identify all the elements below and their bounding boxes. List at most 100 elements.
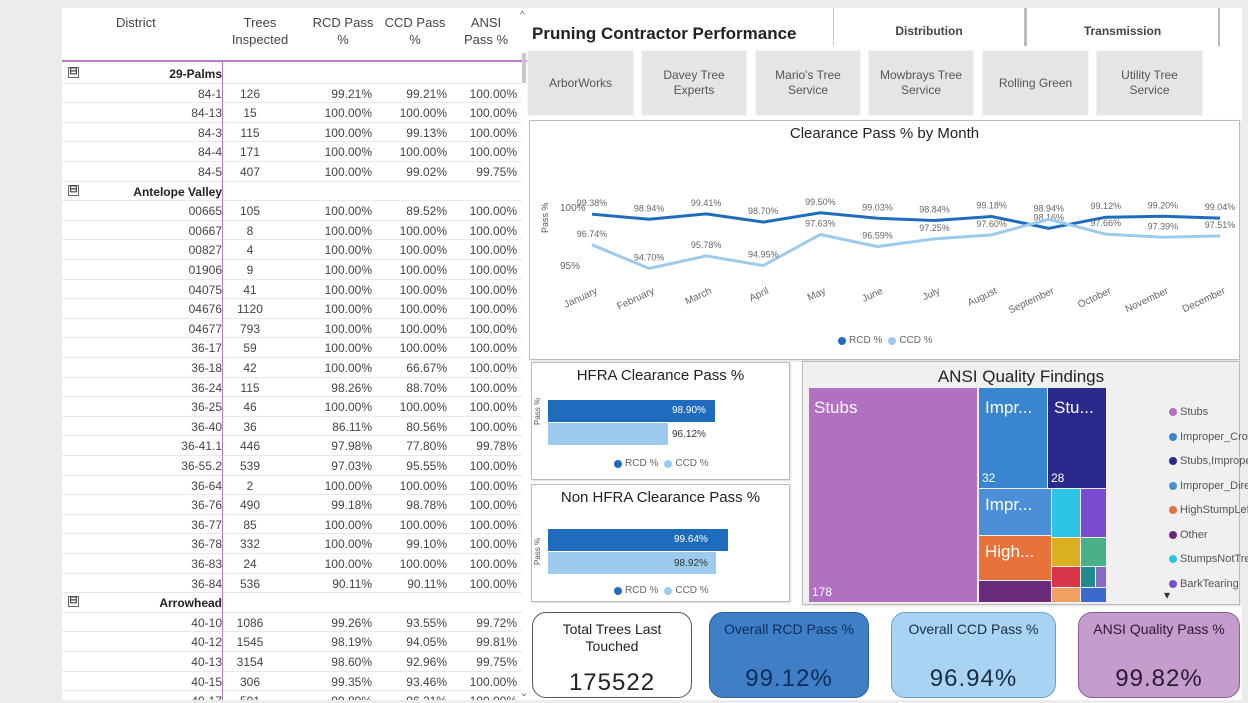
table-row[interactable]: 40-13 3154 98.60% 92.96% 99.75% (62, 652, 522, 672)
table-row[interactable]: 84-3 115 100.00% 99.13% 100.00% (62, 123, 522, 143)
table-row[interactable]: 00665 105 100.00% 89.52% 100.00% (62, 201, 522, 221)
table-row[interactable]: 04676 1120 100.00% 100.00% 100.00% (62, 299, 522, 319)
treemap-tile-small-3[interactable] (1052, 567, 1080, 587)
data-label: 97.25% (919, 223, 950, 233)
ccd-cell: 100.00% (399, 282, 447, 297)
ccd-cell: 99.02% (406, 165, 447, 179)
table-row[interactable]: 36-55.2 539 97.03% 95.55% 100.00% (62, 456, 522, 476)
district-cell: 40-10 (191, 615, 222, 630)
table-row[interactable]: 84-13 15 100.00% 100.00% 100.00% (62, 103, 522, 123)
district-cell: 36-18 (191, 361, 222, 375)
table-row[interactable]: 36-24 115 98.26% 88.70% 100.00% (62, 378, 522, 398)
col-ansi-pass[interactable]: ANSI Pass % (460, 14, 512, 48)
nonhfra-legend: RCD % CCD % (614, 585, 709, 596)
treemap-legend-item[interactable]: Stubs (1169, 400, 1248, 425)
trees-cell: 46 (243, 400, 257, 415)
table-row[interactable]: 04677 793 100.00% 100.00% 100.00% (62, 319, 522, 339)
table-row[interactable]: 04075 41 100.00% 100.00% 100.00% (62, 280, 522, 300)
treemap-legend-item[interactable]: BarkTearing (1169, 572, 1248, 597)
tab-transmission[interactable]: Transmission (1026, 8, 1220, 46)
scroll-up-button[interactable]: ^ (520, 10, 525, 21)
trees-cell: 171 (239, 145, 261, 160)
data-label: 97.51% (1205, 220, 1236, 230)
table-row[interactable]: 84-1 126 99.21% 99.21% 100.00% (62, 84, 522, 104)
table-row[interactable]: 36-83 24 100.00% 100.00% 100.00% (62, 554, 522, 574)
slicer-mowbrays[interactable]: Mowbrays Tree Service (868, 50, 974, 116)
treemap-legend-item[interactable]: Other (1169, 523, 1248, 548)
treemap-tile-highstump[interactable]: High... (979, 536, 1051, 580)
treemap-tile-bark-tearing[interactable] (1081, 489, 1106, 537)
collapse-icon[interactable]: ⊟ (68, 184, 79, 196)
hfra-legend: RCD % CCD % (614, 458, 709, 469)
treemap-legend-item[interactable]: Improper_Crown... (1169, 425, 1248, 450)
slicer-davey-tree[interactable]: Davey Tree Experts (641, 50, 747, 116)
treemap-tile-small-5[interactable] (1096, 567, 1106, 587)
treemap-tile-small-1[interactable] (1052, 538, 1080, 566)
table-row[interactable]: 36-40 36 86.11% 80.56% 100.00% (62, 417, 522, 437)
x-tick-label: September (1007, 285, 1057, 316)
table-row[interactable]: 36-78 332 100.00% 99.10% 100.00% (62, 534, 522, 554)
table-row[interactable]: 36-41.1 446 97.98% 77.80% 99.78% (62, 436, 522, 456)
x-tick-label: June (860, 286, 885, 305)
district-cell: 01906 (188, 263, 222, 277)
treemap-tile-small-4[interactable] (1081, 567, 1095, 587)
table-group-row[interactable]: ⊟ Antelope Valley (62, 182, 522, 202)
treemap-tile-stubs[interactable]: Stubs 178 (809, 388, 977, 602)
treemap-tile-improper-direction[interactable]: Impr... (979, 489, 1051, 535)
table-row[interactable]: 36-77 85 100.00% 100.00% 100.00% (62, 515, 522, 535)
table-group-row[interactable]: ⊟ Arrowhead (62, 593, 522, 613)
treemap-tile-stumps-not-treated[interactable] (1052, 489, 1080, 537)
ansi-cell: 100.00% (469, 380, 517, 395)
table-row[interactable]: 36-76 490 99.18% 98.78% 100.00% (62, 495, 522, 515)
table-row[interactable]: 40-15 306 99.35% 93.46% 100.00% (62, 672, 522, 692)
table-row[interactable]: 84-5 407 100.00% 99.02% 99.75% (62, 162, 522, 182)
slicer-arborworks[interactable]: ArborWorks (527, 50, 634, 116)
treemap-tile-stubs-improper[interactable]: Stu... 28 (1048, 388, 1106, 488)
treemap-tile-small-7[interactable] (1081, 588, 1106, 602)
legend-ccd[interactable]: CCD % (899, 335, 932, 346)
trees-cell: 490 (239, 498, 261, 513)
col-rcd-pass[interactable]: RCD Pass % (310, 14, 376, 48)
legend-dot (1169, 579, 1177, 588)
treemap-tile-other[interactable] (979, 581, 1051, 602)
table-row[interactable]: 36-84 536 90.11% 90.11% 100.00% (62, 574, 522, 594)
treemap-tile-improper-crown[interactable]: Impr... 32 (979, 388, 1047, 488)
slicer-rolling-green[interactable]: Rolling Green (982, 50, 1089, 116)
col-ccd-pass[interactable]: CCD Pass % (382, 14, 448, 48)
slicer-marios-tree[interactable]: Mario's Tree Service (755, 50, 861, 116)
legend-more-icon[interactable]: ▾ (1164, 588, 1170, 602)
col-trees-inspected[interactable]: Trees Inspected (228, 14, 292, 48)
nonhfra-rcd-label: 99.64% (674, 534, 708, 545)
table-row[interactable]: 00827 4 100.00% 100.00% 100.00% (62, 240, 522, 260)
table-group-row[interactable]: ⊟ 29-Palms (62, 64, 522, 84)
table-row[interactable]: 00667 8 100.00% 100.00% 100.00% (62, 221, 522, 241)
treemap-legend-item[interactable]: HighStumpLeftO... (1169, 498, 1248, 523)
collapse-icon[interactable]: ⊟ (68, 596, 79, 608)
table-row[interactable]: 36-64 2 100.00% 100.00% 100.00% (62, 476, 522, 496)
table-row[interactable]: 84-4 171 100.00% 100.00% 100.00% (62, 142, 522, 162)
treemap-legend-item[interactable]: Improper_Directi... (1169, 474, 1248, 499)
table-row[interactable]: 36-17 59 100.00% 100.00% 100.00% (62, 338, 522, 358)
trees-cell: 2 (246, 478, 254, 493)
treemap-legend-item[interactable]: Stubs,Improper_... (1169, 449, 1248, 474)
collapse-icon[interactable]: ⊟ (68, 67, 79, 78)
table-row[interactable]: 01906 9 100.00% 100.00% 100.00% (62, 260, 522, 280)
treemap-tile-small-6[interactable] (1052, 588, 1080, 602)
scroll-down-button[interactable]: ⌄ (520, 688, 527, 699)
table-row[interactable]: 40-12 1545 98.19% 94.05% 99.81% (62, 632, 522, 652)
scrollbar-thumb[interactable] (522, 53, 526, 83)
col-district[interactable]: District (102, 14, 222, 31)
slicer-utility-tree[interactable]: Utility Tree Service (1096, 50, 1203, 116)
treemap-tile-small-2[interactable] (1081, 538, 1106, 566)
table-row[interactable]: 40-17 501 99.80% 96.21% 100.00% (62, 691, 522, 700)
tab-distribution[interactable]: Distribution (833, 8, 1026, 46)
data-label: 99.20% (1148, 200, 1179, 210)
table-row[interactable]: 36-25 46 100.00% 100.00% 100.00% (62, 397, 522, 417)
trees-cell: 332 (239, 537, 261, 552)
table-row[interactable]: 36-18 42 100.00% 66.67% 100.00% (62, 358, 522, 378)
hfra-ccd-bar[interactable] (548, 423, 669, 445)
table-row[interactable]: 40-10 1086 99.26% 93.55% 99.72% (62, 613, 522, 633)
legend-rcd[interactable]: RCD % (849, 335, 882, 346)
treemap-legend-item[interactable]: StumpsNotTreat... (1169, 547, 1248, 572)
trees-cell: 41 (243, 282, 257, 297)
